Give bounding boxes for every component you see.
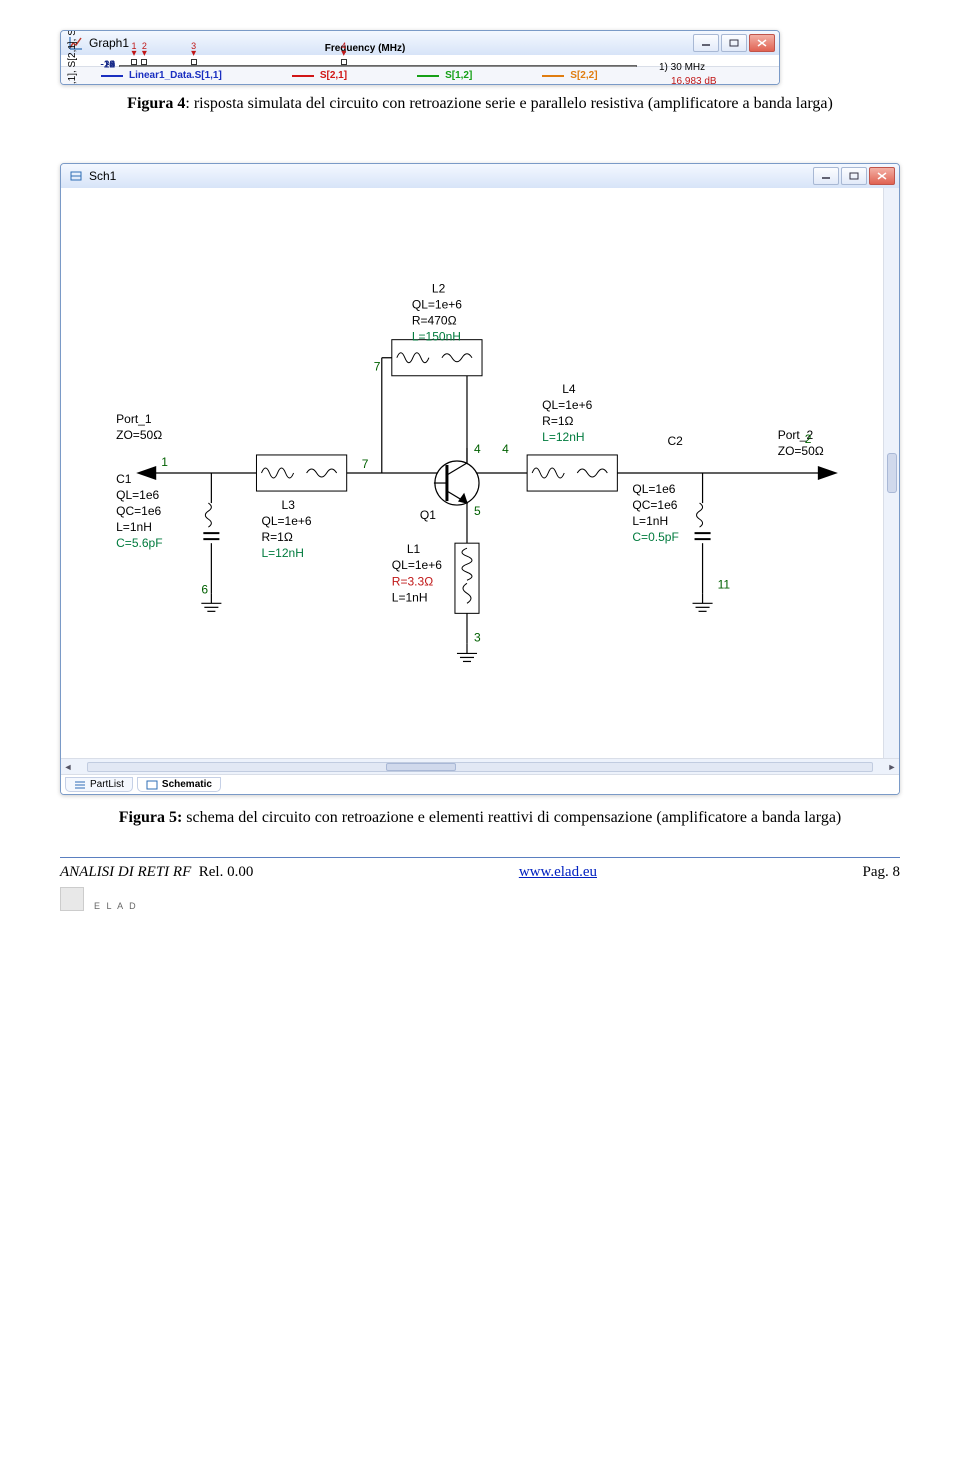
footer-link[interactable]: www.elad.eu	[519, 864, 597, 881]
x-tick: 301	[266, 30, 283, 33]
svg-text:QL=1e6: QL=1e6	[116, 488, 159, 502]
svg-text:L=12nH: L=12nH	[261, 546, 303, 560]
schematic-icon	[69, 169, 83, 183]
svg-text:C=5.6pF: C=5.6pF	[116, 536, 162, 550]
brand-mark: E L A D	[60, 887, 900, 911]
x-tick: 801	[525, 30, 542, 33]
schematic-window: Sch1	[60, 163, 900, 795]
svg-text:L=1nH: L=1nH	[116, 520, 152, 534]
graph-window: Graph1 Linear1_Data.S[1,1], S[2,1], S[1,…	[60, 30, 780, 85]
close-button[interactable]	[869, 167, 895, 185]
svg-text:Port_1: Port_1	[116, 412, 152, 426]
schematic-canvas[interactable]: Port_1 ZO=50Ω 1 Port_2 ZO=50Ω 2	[61, 188, 883, 758]
x-tick: 501	[370, 30, 387, 33]
svg-text:QL=1e+6: QL=1e+6	[392, 558, 442, 572]
svg-text:QL=1e6: QL=1e6	[632, 482, 675, 496]
svg-text:L=1nH: L=1nH	[392, 590, 428, 604]
close-button[interactable]	[749, 34, 775, 52]
svg-text:C1: C1	[116, 472, 132, 486]
x-tick: 401	[318, 30, 335, 33]
svg-text:ZO=50Ω: ZO=50Ω	[778, 444, 824, 458]
q1-symbol: Q1 4 5	[420, 442, 481, 522]
svg-text:QL=1e+6: QL=1e+6	[412, 298, 462, 312]
schematic-tab-icon	[146, 780, 158, 790]
maximize-button[interactable]	[721, 34, 747, 52]
figure4-caption: Figura 4: risposta simulata del circuito…	[60, 95, 900, 113]
svg-text:4: 4	[474, 442, 481, 456]
figure5-caption: Figura 5: schema del circuito con retroa…	[60, 809, 900, 827]
svg-text:11: 11	[718, 577, 731, 591]
svg-text:QC=1e6: QC=1e6	[632, 498, 677, 512]
vertical-scrollbar[interactable]	[883, 188, 899, 758]
svg-text:QL=1e+6: QL=1e+6	[542, 398, 592, 412]
svg-text:R=1Ω: R=1Ω	[261, 530, 292, 544]
x-tick: 1001	[626, 30, 648, 33]
svg-text:7: 7	[374, 360, 381, 374]
svg-text:QL=1e+6: QL=1e+6	[261, 514, 311, 528]
sch-titlebar[interactable]: Sch1	[61, 164, 899, 188]
x-tick: 601	[421, 30, 438, 33]
scroll-left-icon[interactable]: ◄	[61, 762, 75, 772]
minimize-button[interactable]	[693, 34, 719, 52]
y-axis-label: Linear1_Data.S[1,1], S[2,1], S[1,2], S[2…	[61, 55, 83, 66]
svg-text:L2: L2	[432, 282, 446, 296]
x-tick: 201	[214, 30, 231, 33]
svg-text:Q1: Q1	[420, 508, 436, 522]
svg-text:L=150nH: L=150nH	[412, 330, 461, 344]
x-tick: 901	[577, 30, 594, 33]
c2-symbol: C2 QL=1e6 QC=1e6 L=1nH C=0.5pF 11	[632, 434, 730, 591]
svg-text:4: 4	[502, 442, 509, 456]
port1-symbol: Port_1 ZO=50Ω 1	[116, 412, 168, 480]
sch-title: Sch1	[89, 169, 116, 183]
x-tick: 1	[116, 30, 122, 33]
horizontal-scrollbar[interactable]: ◄ ►	[61, 758, 899, 774]
svg-text:L4: L4	[562, 382, 576, 396]
list-icon	[74, 780, 86, 790]
svg-text:L=1nH: L=1nH	[632, 514, 668, 528]
svg-text:6: 6	[201, 582, 208, 596]
svg-text:L3: L3	[282, 498, 296, 512]
x-tick: 101	[162, 30, 179, 33]
tab-partlist[interactable]: PartList	[65, 777, 133, 792]
svg-text:1: 1	[161, 455, 168, 469]
footer-separator	[60, 857, 900, 858]
svg-text:R=3.3Ω: R=3.3Ω	[392, 574, 433, 588]
l4-symbol: L4 QL=1e+6 R=1Ω L=12nH 4	[502, 382, 617, 491]
l3-symbol: L3 QL=1e+6 R=1Ω L=12nH 7	[256, 455, 368, 560]
svg-text:L1: L1	[407, 542, 421, 556]
svg-text:C2: C2	[667, 434, 683, 448]
tab-schematic[interactable]: Schematic	[137, 777, 221, 792]
l1-symbol: L1 QL=1e+6 R=3.3Ω L=1nH 3	[392, 542, 481, 644]
svg-text:L=12nH: L=12nH	[542, 430, 584, 444]
y-tick: -20	[101, 60, 115, 71]
plot-lines	[119, 65, 637, 85]
svg-text:C=0.5pF: C=0.5pF	[632, 530, 678, 544]
maximize-button[interactable]	[841, 167, 867, 185]
svg-text:5: 5	[474, 504, 481, 518]
minimize-button[interactable]	[813, 167, 839, 185]
svg-text:QC=1e6: QC=1e6	[116, 504, 161, 518]
svg-text:R=1Ω: R=1Ω	[542, 414, 573, 428]
port2-symbol: Port_2 ZO=50Ω 2	[778, 428, 838, 480]
plot-area[interactable]: 20181614121086420-2-4-6-8-10-12-14-16-18…	[83, 55, 647, 66]
x-tick: 701	[473, 30, 490, 33]
svg-text:7: 7	[362, 457, 369, 471]
svg-text:R=470Ω: R=470Ω	[412, 314, 457, 328]
marker-info-panel: 1) 30 MHz16.983 dB2) 50 MHz16.915 dB3) 1…	[647, 55, 779, 66]
svg-text:ZO=50Ω: ZO=50Ω	[116, 428, 162, 442]
svg-text:3: 3	[474, 630, 481, 644]
l2-symbol: L2 QL=1e+6 R=470Ω L=150nH 7	[374, 282, 482, 376]
c1-symbol: C1 QL=1e6 QC=1e6 L=1nH C=5.6pF 6	[116, 472, 219, 596]
svg-text:2: 2	[805, 432, 812, 446]
x-axis-label: Frequency (MHz)	[83, 43, 647, 54]
scroll-right-icon[interactable]: ►	[885, 762, 899, 772]
